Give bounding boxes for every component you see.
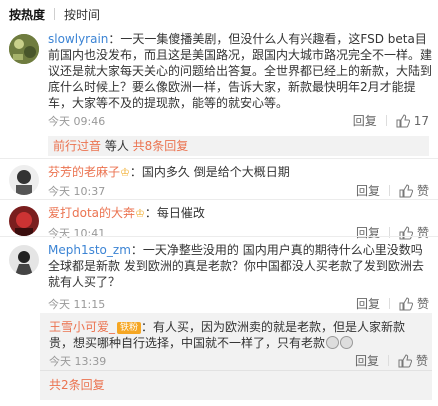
comment-time: 今天 10:37 (48, 185, 106, 198)
sub-reply-user-link[interactable]: 前行过音 (53, 139, 101, 153)
comment-actions: 回复 赞 (356, 182, 429, 199)
reply-button[interactable]: 回复 (356, 182, 380, 199)
comment-text: 每日催改 (156, 206, 205, 220)
avatar[interactable] (9, 245, 39, 275)
avatar[interactable] (9, 206, 39, 236)
like-icon[interactable] (399, 183, 413, 198)
comment-actions: 回复 17 (353, 112, 429, 129)
divider (40, 370, 432, 371)
username-link[interactable]: Meph1sto_zm (48, 243, 131, 257)
action-divider (388, 185, 390, 196)
fan-badge-icon: ♔ (120, 166, 130, 179)
avatar[interactable] (9, 34, 39, 64)
comment-body: slowlyrain：一天一集傻播美剧，但没什么人有兴趣看，这FSD beta目… (48, 32, 433, 110)
avatar[interactable] (9, 165, 39, 195)
like-icon[interactable] (398, 353, 412, 368)
action-divider (387, 355, 389, 366)
reply-button[interactable]: 回复 (353, 112, 377, 129)
like-label: 赞 (416, 184, 429, 198)
comment-time: 今天 11:15 (48, 298, 106, 311)
sub-reply-summary: 前行过音 等人 共8条回复 (48, 136, 429, 156)
action-divider (385, 115, 387, 126)
view-replies-link[interactable]: 共2条回复 (49, 376, 105, 393)
comment-item: 爱打dota的大奔♔：每日催改 今天 10:41 回复 赞 (0, 200, 438, 240)
like-icon[interactable] (396, 113, 410, 128)
reply-button[interactable]: 回复 (355, 352, 379, 369)
sort-by-time-tab[interactable]: 按时间 (64, 6, 100, 23)
sort-by-hot-tab[interactable]: 按热度 (9, 6, 45, 23)
reply-button[interactable]: 回复 (356, 295, 380, 312)
username-link[interactable]: 爱打dota的大奔 (48, 206, 135, 220)
fan-badge: 铁粉 (117, 322, 142, 334)
comment-item: Meph1sto_zm：一天净整些没用的 国内用户真的期待什么心里没数吗 全球都… (0, 237, 438, 406)
fan-badge-icon: ♔ (135, 207, 145, 220)
sub-username-link[interactable]: 王雪小可爱_ (49, 320, 115, 334)
comment-text: 国内多久 倒是给个大概日期 (141, 165, 290, 179)
avatar-image (9, 206, 39, 236)
comment-body: Meph1sto_zm：一天净整些没用的 国内用户真的期待什么心里没数吗 全球都… (48, 243, 424, 289)
sub-comment-actions: 回复 赞 (355, 352, 428, 369)
view-replies-link[interactable]: 共8条回复 (133, 139, 189, 153)
comment-body: 爱打dota的大奔♔：每日催改 (48, 206, 205, 220)
sub-comment-box: 王雪小可爱_ 铁粉 ：有人买，因为欧洲卖的就是老款，但是人家新款贵，想买哪种自行选择… (40, 313, 432, 400)
emoji-icon (326, 336, 340, 349)
comment-body: 芬芳的老麻子♔：国内多久 倒是给个大概日期 (48, 165, 290, 179)
like-icon[interactable] (399, 296, 413, 311)
like-label: 赞 (415, 354, 428, 368)
avatar-image (9, 34, 39, 64)
action-divider (388, 298, 390, 309)
sort-bar: 按热度 按时间 (0, 0, 438, 28)
comment-actions: 回复 赞 (356, 295, 429, 312)
sub-comment-time: 今天 13:39 (49, 355, 107, 368)
avatar-image (9, 245, 39, 275)
comment-item: 芬芳的老麻子♔：国内多久 倒是给个大概日期 今天 10:37 回复 赞 (0, 159, 438, 203)
comment-time: 今天 09:46 (48, 115, 106, 128)
username-link[interactable]: slowlyrain (48, 32, 108, 46)
like-count: 17 (413, 113, 429, 128)
comment-item: slowlyrain：一天一集傻播美剧，但没什么人有兴趣看，这FSD beta目… (0, 28, 438, 178)
avatar-image (9, 165, 39, 195)
sub-comment-body: 王雪小可爱_ 铁粉 ：有人买，因为欧洲卖的就是老款，但是人家新款贵，想买哪种自行选择… (49, 320, 406, 350)
emoji-icon (340, 336, 354, 349)
like-label: 赞 (416, 297, 429, 311)
username-link[interactable]: 芬芳的老麻子 (48, 165, 120, 179)
sort-divider (54, 8, 56, 20)
